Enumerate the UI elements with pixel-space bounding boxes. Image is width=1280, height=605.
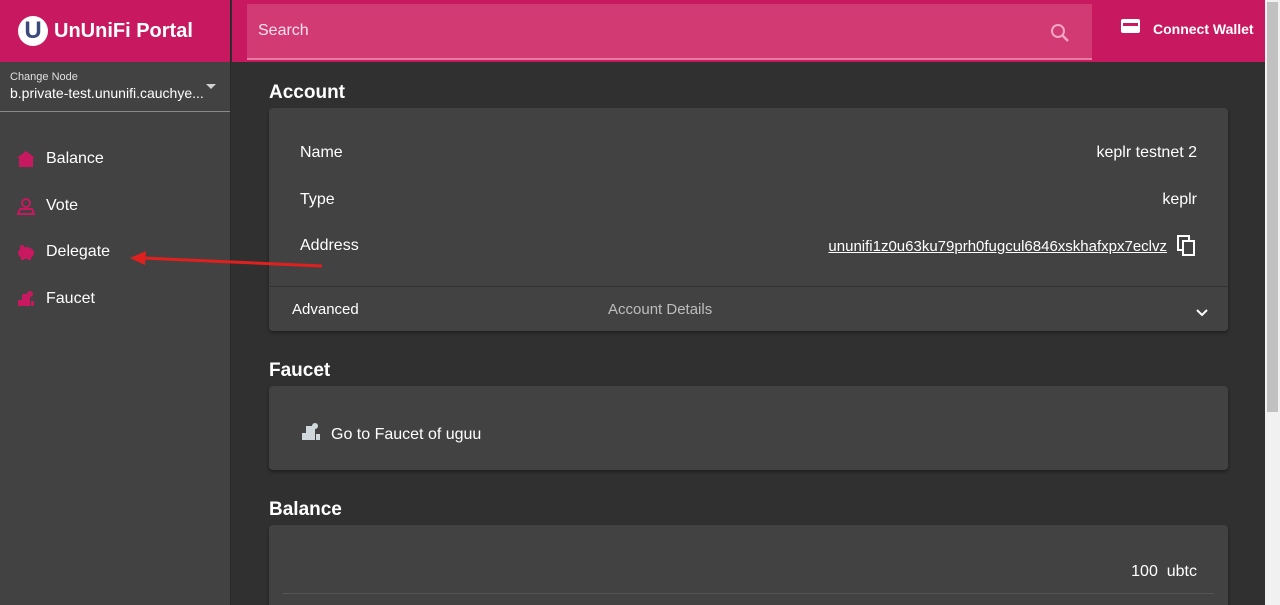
sidebar-item-faucet[interactable]: Faucet [0,276,230,323]
advanced-description: Account Details [608,301,713,318]
sidebar-nav: Balance Vote Delegate Faucet [0,136,230,322]
sidebar-item-label: Vote [46,196,79,214]
scrollbar-thumb[interactable] [1267,2,1278,412]
search-bar[interactable] [247,4,1092,60]
search-input[interactable] [258,22,1038,40]
account-address: ununifi1z0u63ku79prh0fugcul6846xskhafxpx… [828,235,1197,257]
app-title: UnUniFi Portal [54,19,193,42]
piggy-bank-icon [16,242,36,262]
scrollbar[interactable] [1265,0,1280,605]
balance-denom: ubtc [1166,563,1197,580]
wallet-icon [1120,18,1141,39]
faucet-link[interactable]: Go to Faucet of uguu [300,422,481,447]
sidebar-item-label: Balance [46,150,104,168]
account-name-value: keplr testnet 2 [1096,144,1198,161]
advanced-label: Advanced [292,301,359,318]
sidebar-item-balance[interactable]: Balance [0,136,230,183]
node-selector-value: b.private-test.ununifi.cauchye.... [10,85,205,101]
faucet-icon [300,422,322,447]
home-icon [16,149,36,169]
account-type-row: Type keplr [300,191,1197,209]
account-address-link[interactable]: ununifi1z0u63ku79prh0fugcul6846xskhafxpx… [828,238,1167,255]
connect-wallet-label: Connect Wallet [1153,20,1254,37]
copy-icon[interactable] [1176,235,1197,257]
connect-wallet-button[interactable]: Connect Wallet [1120,18,1254,39]
divider [283,593,1214,594]
sidebar-item-delegate[interactable]: Delegate [0,229,230,276]
balance-amount: 100 [1131,563,1158,580]
node-selector[interactable]: Change Node b.private-test.ununifi.cauch… [0,62,230,112]
balance-card: 100 ubtc [269,525,1228,605]
top-bar: Connect Wallet [232,0,1265,62]
advanced-expander[interactable]: Advanced Account Details [269,286,1228,331]
faucet-link-label: Go to Faucet of uguu [331,425,482,443]
search-icon[interactable] [1050,23,1070,48]
brand[interactable]: U UnUniFi Portal [0,0,230,62]
account-name-label: Name [300,144,343,161]
account-name-row: Name keplr testnet 2 [300,144,1197,162]
account-title: Account [269,82,345,103]
account-address-label: Address [300,237,359,254]
account-type-label: Type [300,191,335,208]
sidebar-item-vote[interactable]: Vote [0,183,230,230]
sidebar-item-label: Faucet [46,289,95,307]
caret-down-icon [206,84,216,89]
faucet-title: Faucet [269,360,331,381]
sidebar-item-label: Delegate [46,243,111,261]
ununifi-logo: U [18,16,48,46]
vote-icon [16,196,36,216]
faucet-card: Go to Faucet of uguu [269,386,1228,470]
chevron-down-icon [1196,304,1208,322]
balance-title: Balance [269,499,342,520]
account-type-value: keplr [1162,191,1197,208]
faucet-icon [16,289,36,309]
node-selector-label: Change Node [10,71,78,83]
balance-row: 100 ubtc [1131,563,1197,581]
account-address-row: Address ununifi1z0u63ku79prh0fugcul6846x… [300,235,1197,257]
sidebar: U UnUniFi Portal Change Node b.private-t… [0,0,231,605]
